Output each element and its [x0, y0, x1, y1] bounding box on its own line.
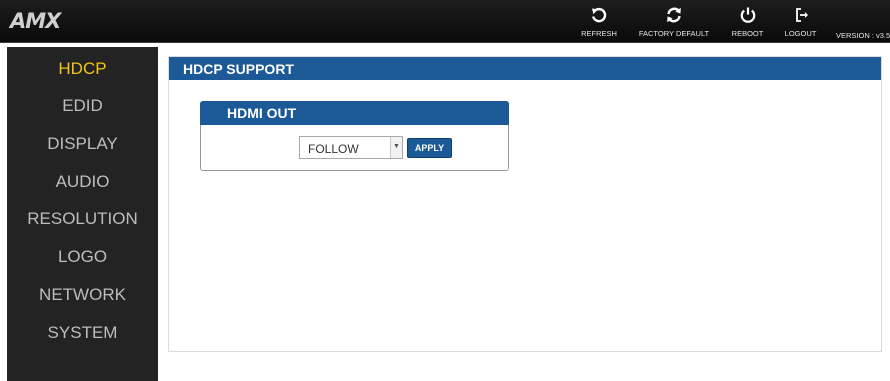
version-text: VERSION : v3.5 — [836, 31, 890, 40]
hdmi-out-box: HDMI OUT FOLLOW ▼ APPLY — [200, 101, 509, 171]
hdcp-support-panel: HDCP SUPPORT HDMI OUT FOLLOW ▼ APPLY — [168, 56, 882, 352]
top-bar: AMX REFRESH FACTORY DEFAULT REBOOT LOGOU… — [0, 0, 890, 43]
refresh-icon — [581, 6, 617, 27]
page-title: HDCP SUPPORT — [169, 57, 881, 80]
amx-logo: AMX — [10, 9, 61, 33]
logout-button[interactable]: LOGOUT — [783, 6, 818, 38]
sidebar-item-edid[interactable]: EDID — [7, 96, 158, 116]
sidebar-item-network[interactable]: NETWORK — [7, 285, 158, 305]
refresh-label: REFRESH — [581, 29, 617, 38]
sidebar-item-hdcp[interactable]: HDCP — [7, 59, 158, 79]
sidebar-item-system[interactable]: SYSTEM — [7, 323, 158, 343]
logout-icon — [783, 6, 818, 27]
hdcp-mode-select[interactable]: FOLLOW ▼ — [299, 136, 403, 159]
power-icon — [731, 6, 764, 27]
sidebar: HDCP EDID DISPLAY AUDIO RESOLUTION LOGO … — [7, 47, 158, 381]
sidebar-item-resolution[interactable]: RESOLUTION — [7, 209, 158, 229]
apply-button[interactable]: APPLY — [407, 138, 452, 158]
logout-label: LOGOUT — [784, 29, 817, 38]
sidebar-item-audio[interactable]: AUDIO — [7, 172, 158, 192]
sidebar-item-display[interactable]: DISPLAY — [7, 134, 158, 154]
factory-default-button[interactable]: FACTORY DEFAULT — [637, 6, 711, 38]
sidebar-item-logo[interactable]: LOGO — [7, 247, 158, 267]
reboot-label: REBOOT — [731, 29, 764, 38]
refresh-button[interactable]: REFRESH — [581, 6, 617, 38]
chevron-down-icon[interactable]: ▼ — [390, 137, 402, 158]
reboot-button[interactable]: REBOOT — [731, 6, 764, 38]
factory-default-label: FACTORY DEFAULT — [638, 29, 710, 38]
hdcp-mode-value: FOLLOW — [308, 142, 359, 156]
hdmi-out-title: HDMI OUT — [200, 101, 509, 125]
factory-default-icon — [637, 6, 711, 27]
